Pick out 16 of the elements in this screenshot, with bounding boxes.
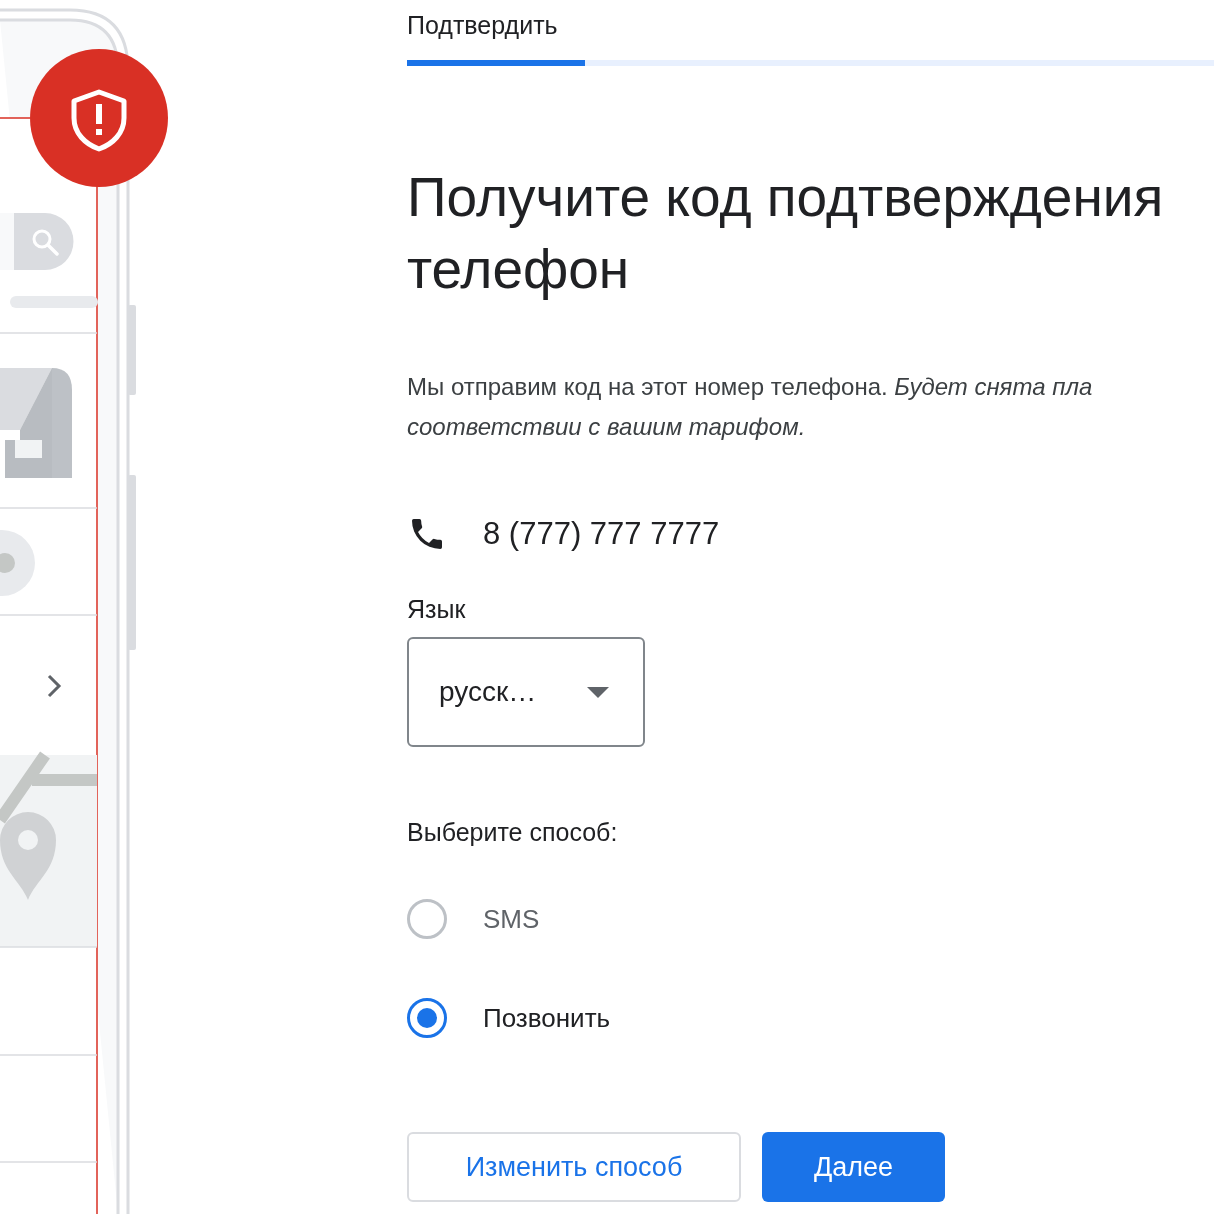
radio-button[interactable] <box>407 998 447 1038</box>
page-heading: Получите код подтверждения <box>407 165 1165 230</box>
language-label: Язык <box>407 594 467 624</box>
description-text: соответствии с вашим тарифом. <box>407 412 807 442</box>
next-button[interactable]: Далее <box>762 1132 945 1202</box>
method-label: Выберите способ: <box>407 817 619 847</box>
page-heading: телефон <box>407 237 631 302</box>
step-label: Подтвердить <box>407 11 558 39</box>
phone-number: 8 (777) 777 7777 <box>483 515 720 553</box>
description-text: Мы отправим код на этот номер телефона. Будет снята пла <box>407 372 1094 402</box>
dropdown-arrow-icon <box>587 686 609 698</box>
radio-button[interactable] <box>407 899 447 939</box>
language-dropdown[interactable]: русск… <box>407 637 645 747</box>
change-method-button[interactable]: Изменить способ <box>407 1132 741 1202</box>
radio-label[interactable]: SMS <box>483 899 540 939</box>
radio-label[interactable]: Позвонить <box>483 998 611 1038</box>
